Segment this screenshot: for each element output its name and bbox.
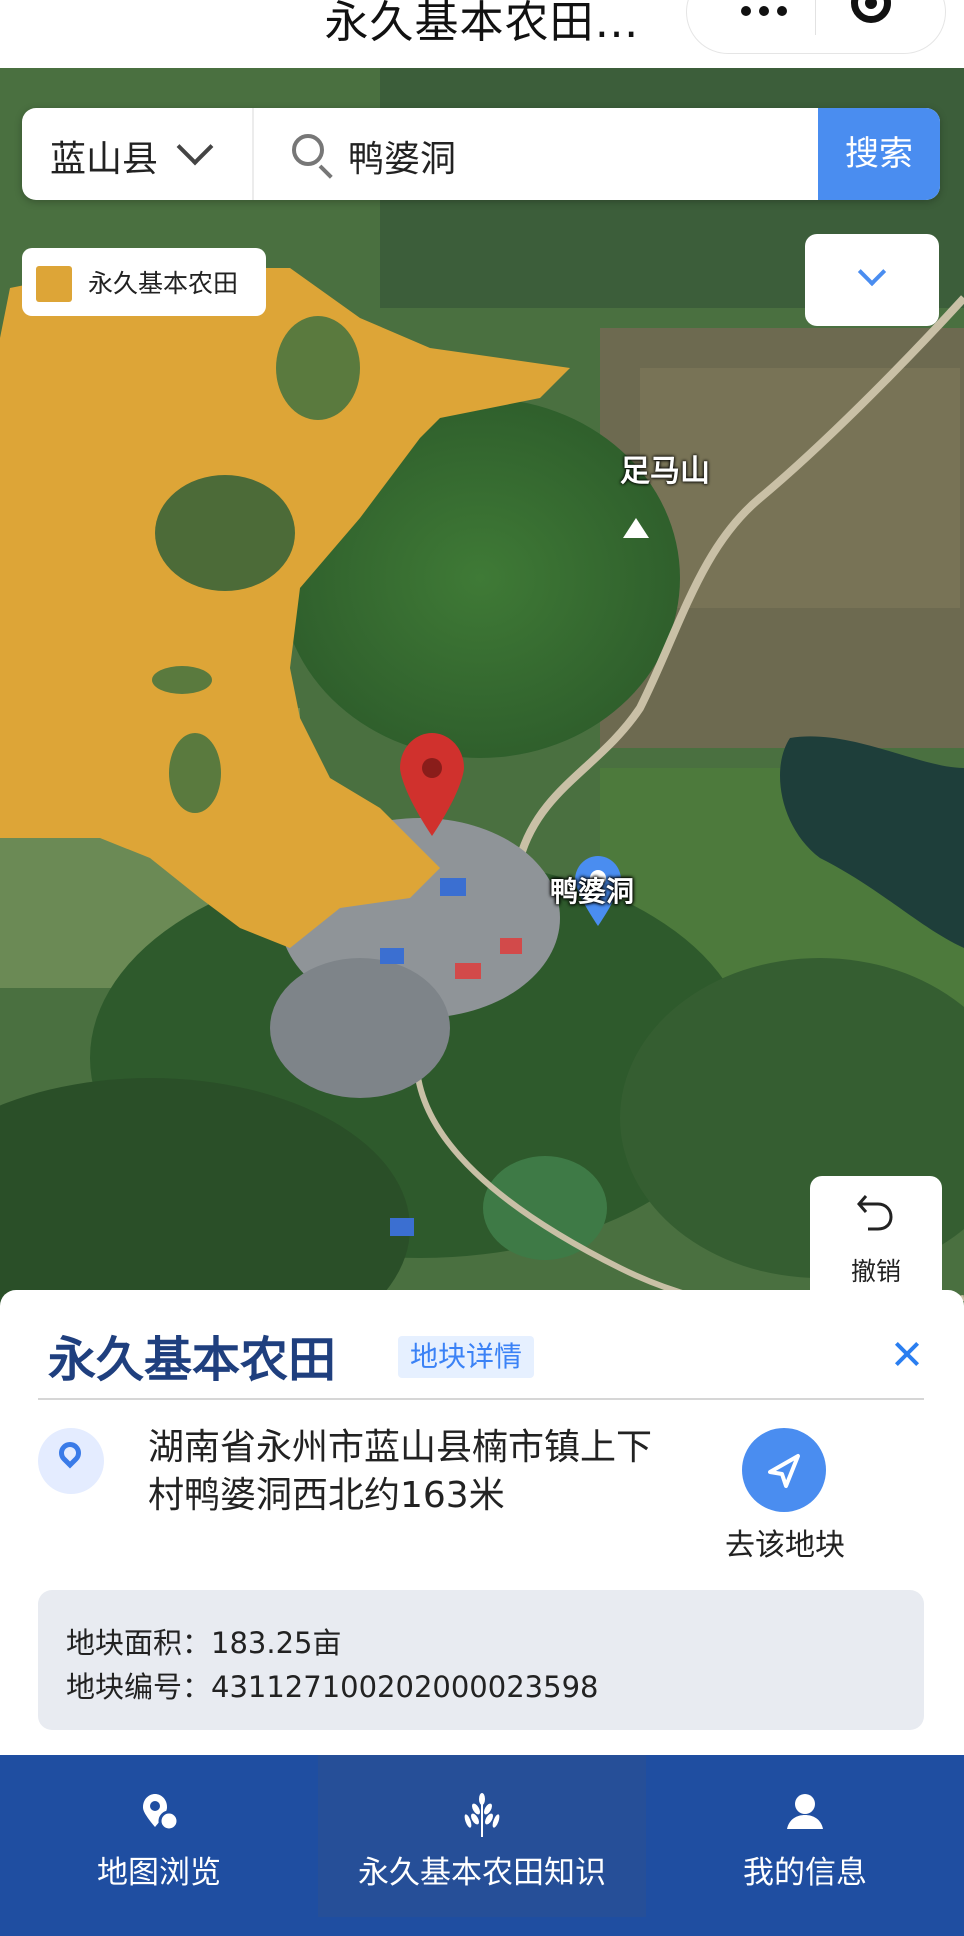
map-legend: 永久基本农田 bbox=[22, 248, 266, 316]
close-icon[interactable] bbox=[888, 1334, 928, 1374]
map-pin-icon bbox=[143, 1794, 180, 1832]
undo-label: 撤销 bbox=[850, 1257, 901, 1286]
chevron-down-icon bbox=[857, 257, 887, 287]
close-program-icon[interactable] bbox=[851, 0, 891, 23]
peak-label: 足马山 bbox=[620, 454, 710, 489]
search-input[interactable]: 鸭婆洞 bbox=[348, 130, 456, 182]
search-button[interactable]: 搜索 bbox=[818, 108, 940, 200]
parcel-info-panel: 永久基本农田 地块详情 湖南省永州市蓝山县楠市镇上下村鸭婆洞西北约163米 去该… bbox=[0, 1290, 964, 1755]
farmland-swatch bbox=[36, 266, 72, 302]
search-icon bbox=[292, 134, 333, 179]
nav-item-knowledge[interactable]: 永久基本农田知识 bbox=[318, 1755, 646, 1917]
nav-item-profile[interactable]: 我的信息 bbox=[646, 1755, 964, 1917]
expand-layers-button[interactable] bbox=[805, 234, 939, 326]
navigate-icon bbox=[768, 1454, 800, 1488]
county-label: 蓝山县 bbox=[50, 139, 159, 180]
bottom-nav: 地图浏览 永久基本农田知识 我的信息 bbox=[0, 1755, 964, 1936]
parcel-detail-badge: 地块详情 bbox=[398, 1336, 535, 1378]
undo-icon bbox=[857, 1195, 893, 1231]
navigate-label[interactable]: 去该地块 bbox=[705, 1520, 865, 1564]
parcel-area: 地块面积：183.25亩 bbox=[66, 1626, 342, 1660]
mini-program-capsule bbox=[686, 0, 946, 54]
nav-label: 地图浏览 bbox=[97, 1855, 221, 1891]
parcel-address: 湖南省永州市蓝山县楠市镇上下村鸭婆洞西北约163米 bbox=[148, 1427, 653, 1516]
parcel-code: 地块编号：431127100202000023598 bbox=[66, 1670, 599, 1704]
user-icon bbox=[787, 1794, 823, 1829]
parcel-stats: 地块面积：183.25亩 地块编号：431127100202000023598 bbox=[38, 1590, 924, 1730]
title-bar: 永久基本农田… bbox=[0, 0, 964, 68]
chevron-down-icon bbox=[176, 128, 214, 166]
capsule-divider bbox=[815, 0, 816, 35]
undo-button[interactable]: 撤销 bbox=[810, 1176, 942, 1302]
panel-title: 永久基本农田 bbox=[48, 1332, 337, 1388]
nav-item-map[interactable]: 地图浏览 bbox=[0, 1755, 318, 1917]
county-selector[interactable]: 蓝山县 bbox=[22, 108, 254, 200]
legend-label: 永久基本农田 bbox=[88, 269, 239, 298]
nav-label: 我的信息 bbox=[743, 1855, 867, 1891]
nav-label: 永久基本农田知识 bbox=[358, 1855, 606, 1891]
search-bar: 蓝山县 鸭婆洞 搜索 bbox=[22, 108, 940, 200]
location-icon bbox=[38, 1428, 104, 1494]
more-icon[interactable] bbox=[737, 1, 791, 20]
navigate-button[interactable] bbox=[742, 1428, 826, 1512]
place-label: 鸭婆洞 bbox=[550, 875, 635, 908]
divider bbox=[38, 1398, 924, 1400]
wheat-icon bbox=[464, 1793, 500, 1837]
